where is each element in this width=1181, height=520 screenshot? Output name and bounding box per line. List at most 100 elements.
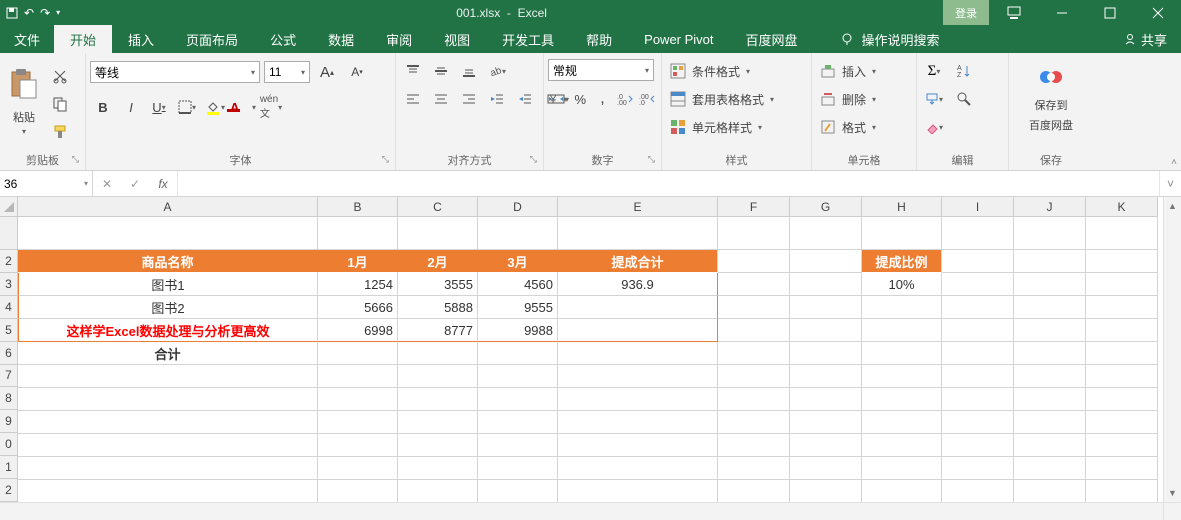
cell[interactable] xyxy=(318,434,398,457)
cell[interactable] xyxy=(790,434,862,457)
cell[interactable] xyxy=(942,250,1014,273)
cell[interactable] xyxy=(862,388,942,411)
cell[interactable] xyxy=(790,365,862,388)
col-header[interactable]: A xyxy=(18,197,318,217)
cell[interactable] xyxy=(558,388,718,411)
cell[interactable] xyxy=(790,273,862,296)
row-header[interactable]: 3 xyxy=(0,273,18,296)
col-header[interactable]: F xyxy=(718,197,790,217)
cell[interactable] xyxy=(18,217,318,250)
minimize-button[interactable] xyxy=(1039,0,1085,25)
cell[interactable] xyxy=(18,365,318,388)
cell[interactable] xyxy=(398,365,478,388)
cell[interactable] xyxy=(18,388,318,411)
col-header[interactable]: C xyxy=(398,197,478,217)
cell[interactable] xyxy=(942,217,1014,250)
align-middle-button[interactable] xyxy=(428,59,454,83)
increase-decimal-button[interactable]: .0.00 xyxy=(615,87,635,111)
row-header[interactable] xyxy=(0,217,18,250)
cell[interactable]: 936.9 xyxy=(558,273,718,296)
cell[interactable] xyxy=(1086,273,1158,296)
horizontal-scrollbar[interactable] xyxy=(0,502,1163,520)
cell[interactable] xyxy=(862,296,942,319)
tab-layout[interactable]: 页面布局 xyxy=(170,25,254,53)
align-center-button[interactable] xyxy=(428,87,454,111)
cell[interactable] xyxy=(1014,319,1086,342)
cell[interactable] xyxy=(558,319,718,342)
grow-font-button[interactable]: A▴ xyxy=(314,60,340,84)
row-header[interactable]: 9 xyxy=(0,410,18,433)
cell[interactable] xyxy=(790,217,862,250)
cell[interactable]: 图书1 xyxy=(18,273,318,296)
cell[interactable] xyxy=(1014,273,1086,296)
cell[interactable] xyxy=(790,250,862,273)
cell[interactable]: 图书2 xyxy=(18,296,318,319)
align-launcher-icon[interactable]: ⤡ xyxy=(530,154,537,165)
tell-me[interactable]: 操作说明搜索 xyxy=(824,25,956,53)
cell[interactable] xyxy=(398,434,478,457)
cell[interactable] xyxy=(862,480,942,503)
cell[interactable] xyxy=(398,411,478,434)
cell[interactable] xyxy=(718,319,790,342)
tab-file[interactable]: 文件 xyxy=(0,25,54,53)
cell[interactable]: 3月 xyxy=(478,250,558,273)
cell[interactable] xyxy=(478,411,558,434)
cell[interactable] xyxy=(478,457,558,480)
cell[interactable] xyxy=(1014,457,1086,480)
collapse-ribbon-button[interactable]: ˄ xyxy=(1171,157,1177,168)
cell[interactable] xyxy=(862,217,942,250)
cell[interactable]: 5888 xyxy=(398,296,478,319)
cell[interactable] xyxy=(1014,250,1086,273)
cell[interactable] xyxy=(1014,296,1086,319)
cell[interactable] xyxy=(478,480,558,503)
cell[interactable] xyxy=(558,434,718,457)
cell[interactable] xyxy=(790,296,862,319)
cell[interactable] xyxy=(718,342,790,365)
col-header[interactable]: I xyxy=(942,197,1014,217)
font-color-button[interactable]: A▾ xyxy=(230,95,256,119)
col-header[interactable]: E xyxy=(558,197,718,217)
row-header[interactable]: 2 xyxy=(0,479,18,502)
tab-help[interactable]: 帮助 xyxy=(570,25,628,53)
cell[interactable] xyxy=(478,217,558,250)
cell[interactable] xyxy=(1086,296,1158,319)
format-as-table-button[interactable]: 套用表格格式▾ xyxy=(666,87,778,111)
cell[interactable]: 10% xyxy=(862,273,942,296)
cell[interactable] xyxy=(718,273,790,296)
autosum-button[interactable]: Σ▾ xyxy=(921,59,947,83)
cell[interactable] xyxy=(18,411,318,434)
row-header[interactable]: 8 xyxy=(0,387,18,410)
cell[interactable] xyxy=(1086,250,1158,273)
cell[interactable]: 2月 xyxy=(398,250,478,273)
cell[interactable] xyxy=(478,342,558,365)
cell[interactable] xyxy=(862,457,942,480)
cell[interactable]: 4560 xyxy=(478,273,558,296)
fill-button[interactable]: ▾ xyxy=(921,87,947,111)
formula-input[interactable] xyxy=(178,171,1159,196)
phonetic-button[interactable]: wén文▾ xyxy=(258,95,284,119)
cell[interactable] xyxy=(318,342,398,365)
border-button[interactable]: ▾ xyxy=(174,95,200,119)
col-header[interactable]: H xyxy=(862,197,942,217)
cell[interactable] xyxy=(558,342,718,365)
qat-redo-icon[interactable]: ↷ xyxy=(40,6,50,20)
cell[interactable] xyxy=(862,365,942,388)
cell[interactable] xyxy=(18,457,318,480)
cell[interactable]: 5666 xyxy=(318,296,398,319)
cell[interactable] xyxy=(942,411,1014,434)
cell[interactable] xyxy=(558,480,718,503)
cell[interactable] xyxy=(398,480,478,503)
cell[interactable] xyxy=(1086,411,1158,434)
cell[interactable]: 商品名称 xyxy=(18,250,318,273)
cell[interactable] xyxy=(942,273,1014,296)
sort-filter-button[interactable]: AZ xyxy=(951,59,977,83)
decrease-decimal-button[interactable]: .00.0 xyxy=(637,87,657,111)
comma-button[interactable]: , xyxy=(592,87,612,111)
cell[interactable] xyxy=(1086,342,1158,365)
bold-button[interactable]: B xyxy=(90,95,116,119)
cell[interactable] xyxy=(942,296,1014,319)
cell[interactable] xyxy=(718,296,790,319)
ribbon-options-button[interactable] xyxy=(991,0,1037,25)
cell[interactable] xyxy=(398,217,478,250)
cell[interactable] xyxy=(718,250,790,273)
